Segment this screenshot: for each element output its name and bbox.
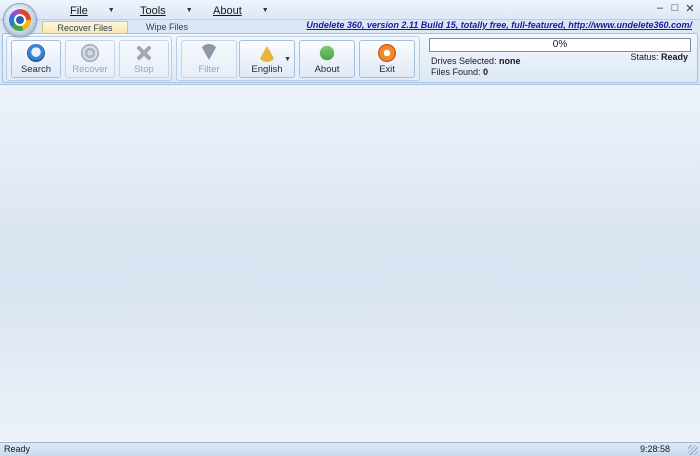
drives-selected: Drives Selected: none — [431, 56, 521, 66]
status-indicator: Status: Ready — [630, 52, 688, 62]
resize-grip[interactable] — [688, 445, 698, 455]
about-button-label: About — [314, 64, 340, 75]
status-bar-time: 9:28:58 — [639, 444, 670, 454]
website-link[interactable]: Undelete 360, version 2.11 Build 15, tot… — [306, 20, 692, 30]
search-button-label: Search — [20, 64, 52, 75]
about-button[interactable]: About — [299, 40, 355, 78]
status-bar-text: Ready — [4, 444, 31, 454]
chevron-down-icon[interactable]: ▼ — [284, 56, 291, 63]
language-icon — [258, 44, 276, 62]
window-controls: – □ ✕ — [654, 2, 696, 15]
recover-button[interactable]: Recover — [65, 40, 115, 78]
filter-icon — [200, 44, 218, 62]
results-area[interactable] — [0, 84, 700, 442]
search-icon — [27, 44, 45, 62]
status-label: Status: — [630, 52, 659, 62]
menu-tools-label: Tools — [140, 4, 166, 17]
maximize-button[interactable]: □ — [669, 2, 681, 15]
ribbon-group-tools: Filter English ▼ About Exit — [176, 36, 420, 81]
recover-button-label: Recover — [72, 64, 108, 75]
search-button[interactable]: Search — [11, 40, 61, 78]
progress-bar: 0% — [429, 38, 691, 52]
minimize-button[interactable]: – — [654, 2, 666, 15]
menu-file[interactable]: File ▼ — [70, 3, 115, 18]
close-button[interactable]: ✕ — [684, 2, 696, 15]
menu-about[interactable]: About ▼ — [213, 3, 269, 18]
language-button-label: English — [251, 64, 283, 75]
chevron-down-icon: ▼ — [185, 7, 193, 14]
stop-button-label: Stop — [134, 64, 154, 75]
files-label: Files Found: — [431, 67, 481, 77]
ribbon-group-actions: Search Recover Stop — [6, 36, 172, 81]
stop-icon — [135, 44, 153, 62]
recover-icon — [81, 44, 99, 62]
about-icon — [316, 42, 338, 64]
menu-tools[interactable]: Tools ▼ — [140, 3, 193, 18]
drives-value: none — [499, 56, 521, 66]
chevron-down-icon: ▼ — [261, 7, 269, 14]
exit-button[interactable]: Exit — [359, 40, 415, 78]
menu-about-label: About — [213, 4, 242, 17]
filter-button[interactable]: Filter — [181, 40, 237, 78]
progress-text: 0% — [552, 39, 568, 50]
exit-icon — [378, 44, 396, 62]
drives-label: Drives Selected: — [431, 56, 497, 66]
language-button[interactable]: English ▼ — [239, 40, 295, 78]
exit-button-label: Exit — [379, 64, 395, 75]
app-logo-icon[interactable] — [3, 3, 37, 37]
chevron-down-icon: ▼ — [107, 7, 115, 14]
title-menu-bar: File ▼ Tools ▼ About ▼ – □ ✕ — [0, 0, 700, 20]
menu-file-label: File — [70, 4, 88, 17]
status-value: Ready — [660, 52, 688, 62]
status-bar: Ready 9:28:58 — [0, 442, 700, 456]
files-value: 0 — [483, 67, 489, 77]
filter-button-label: Filter — [198, 64, 220, 75]
files-found: Files Found: 0 — [431, 67, 488, 77]
stop-button[interactable]: Stop — [119, 40, 169, 78]
